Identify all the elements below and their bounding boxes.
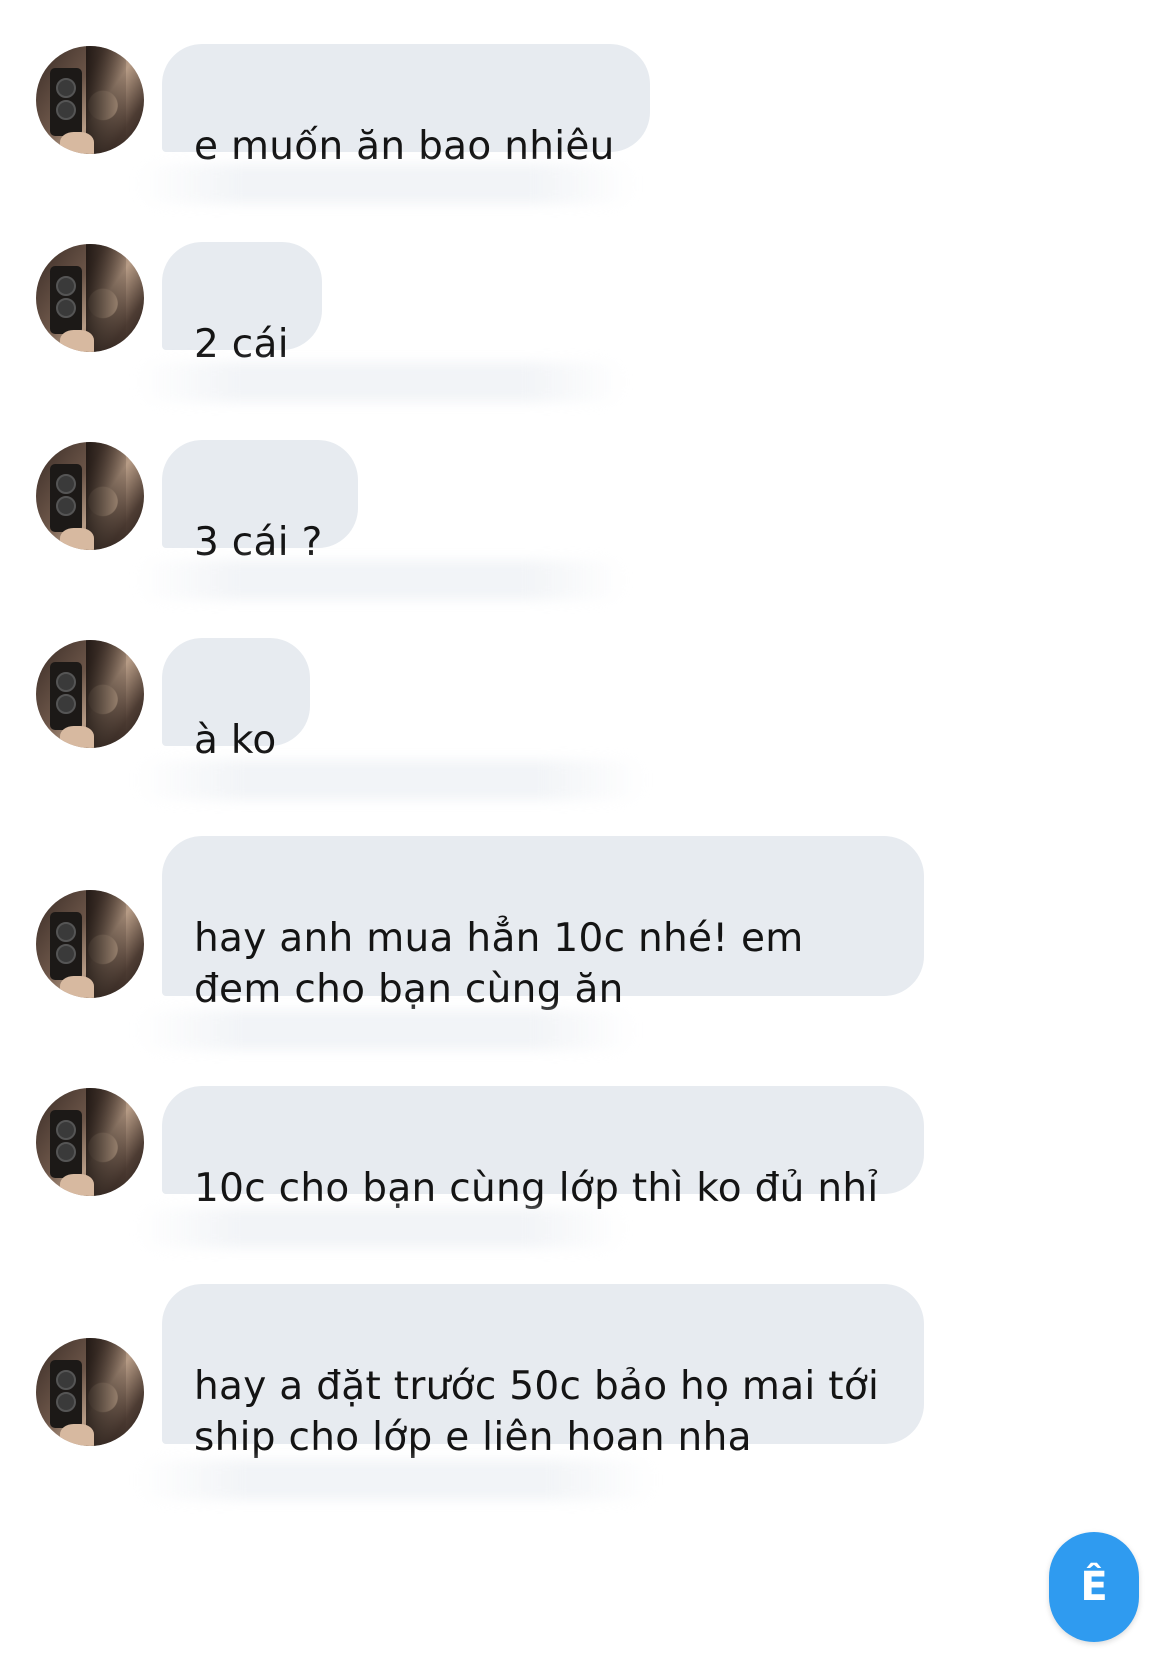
message-bubble[interactable]: 2 cái <box>162 242 322 367</box>
message-row: 3 cái ? <box>0 440 1169 565</box>
message-text: 2 cái <box>194 322 289 367</box>
message-thread: e muốn ăn bao nhiêu 2 cái 3 cái ? à ko h… <box>0 0 1169 1656</box>
timestamp-blurred <box>136 760 646 800</box>
message-row: à ko <box>0 638 1169 763</box>
message-bubble[interactable]: hay a đặt trước 50c bảo họ mai tới ship … <box>162 1284 924 1460</box>
message-bubble[interactable]: e muốn ăn bao nhiêu <box>162 44 650 169</box>
message-bubble[interactable]: à ko <box>162 638 310 763</box>
timestamp-blurred <box>136 1010 636 1050</box>
message-bubble[interactable]: 3 cái ? <box>162 440 358 565</box>
message-row: e muốn ăn bao nhiêu <box>0 44 1169 169</box>
message-row: hay a đặt trước 50c bảo họ mai tới ship … <box>0 1284 1169 1460</box>
message-bubble[interactable]: hay anh mua hẳn 10c nhé! em đem cho bạn … <box>162 836 924 1012</box>
message-text: 3 cái ? <box>194 520 323 565</box>
timestamp-blurred <box>136 362 626 402</box>
message-row: hay anh mua hẳn 10c nhé! em đem cho bạn … <box>0 836 1169 1012</box>
avatar[interactable] <box>36 890 144 998</box>
message-text: hay anh mua hẳn 10c nhé! em đem cho bạn … <box>194 916 804 1012</box>
message-text: 10c cho bạn cùng lớp thì ko đủ nhỉ <box>194 1166 879 1211</box>
avatar[interactable] <box>36 1088 144 1196</box>
message-text: hay a đặt trước 50c bảo họ mai tới ship … <box>194 1364 880 1460</box>
message-row: 2 cái <box>0 242 1169 367</box>
avatar[interactable] <box>36 442 144 550</box>
timestamp-blurred <box>136 560 626 600</box>
app-logo-icon: Ê <box>1080 1564 1108 1610</box>
timestamp-blurred <box>136 1460 656 1500</box>
message-text: à ko <box>194 718 277 763</box>
message-bubble[interactable]: 10c cho bạn cùng lớp thì ko đủ nhỉ <box>162 1086 924 1211</box>
timestamp-blurred <box>136 164 636 204</box>
message-text: e muốn ăn bao nhiêu <box>194 124 615 169</box>
avatar[interactable] <box>36 640 144 748</box>
app-logo-button[interactable]: Ê <box>1049 1532 1139 1642</box>
timestamp-blurred <box>136 1208 626 1248</box>
avatar[interactable] <box>36 244 144 352</box>
avatar[interactable] <box>36 1338 144 1446</box>
message-row: 10c cho bạn cùng lớp thì ko đủ nhỉ <box>0 1086 1169 1211</box>
avatar[interactable] <box>36 46 144 154</box>
